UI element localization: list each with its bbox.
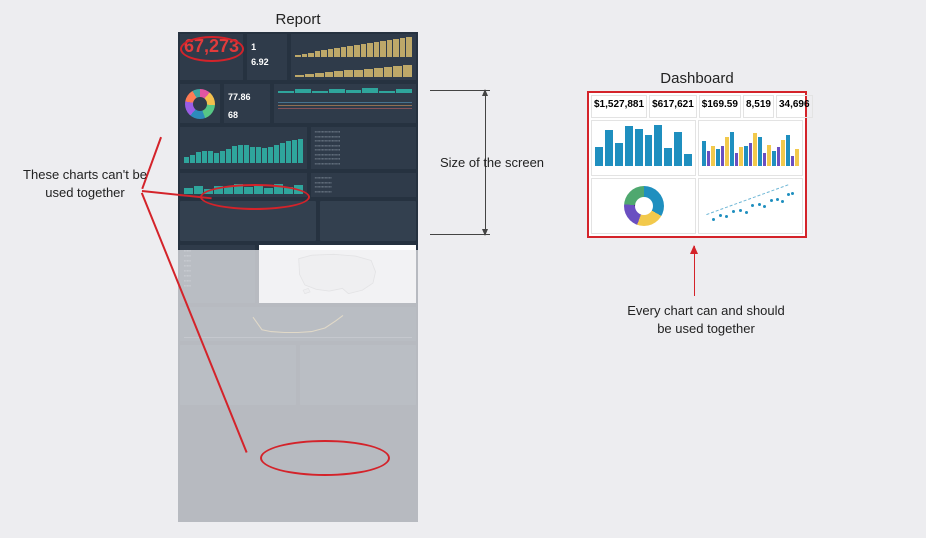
report-side-list: ▪▪▪▪▪▪▪▪▪▪▪▪▪▪▪▪▪▪▪▪▪▪▪▪▪▪▪▪▪▪▪▪▪▪▪▪▪▪▪▪ (180, 245, 255, 303)
dashboard-column: Dashboard $1,527,881 $617,621 $169.59 8,… (587, 70, 807, 238)
ellipse-annotation-2 (200, 184, 310, 210)
kpi-1: $1,527,881 (591, 95, 647, 118)
report-line-big (180, 307, 416, 341)
report-usa-map (259, 245, 416, 303)
kpi-2: $617,621 (649, 95, 697, 118)
report-line-mini-1 (274, 84, 416, 123)
kpi-3: $169.59 (699, 95, 741, 118)
kpi-5: 34,696 (776, 95, 813, 118)
report-green-histogram (180, 127, 307, 169)
report-title: Report (178, 11, 418, 28)
ellipse-annotation-1 (180, 36, 244, 62)
report-scatter-bottom (180, 345, 296, 405)
kpi-4: 8,519 (743, 95, 774, 118)
left-caption: These charts can't be used together (10, 166, 160, 201)
report-donut (180, 84, 220, 123)
report-list-2: ▪▪▪▪▪▪▪▪▪▪▪▪▪▪▪▪▪▪▪▪▪▪▪▪▪▪▪▪▪▪▪▪▪▪▪▪▪▪▪▪… (311, 173, 416, 197)
report-list: ▪▪▪▪▪▪▪▪▪▪▪▪▪▪▪▪▪▪▪▪▪▪▪▪▪▪▪▪▪▪▪▪▪▪▪▪▪▪▪▪… (311, 127, 416, 169)
dashboard-caption: Every chart can and should be used toget… (626, 302, 786, 337)
usa-map-icon (293, 250, 383, 298)
dashboard-multi-bars (698, 120, 803, 176)
report-list-3 (320, 201, 416, 241)
report-heat-bottom (300, 345, 416, 405)
ellipse-annotation-3 (260, 440, 390, 476)
dashboard-scatter (698, 178, 803, 234)
dashboard-arrow (694, 246, 695, 296)
dashboard-title: Dashboard (587, 70, 807, 87)
dashboard-border: $1,527,881 $617,621 $169.59 8,519 34,696 (587, 91, 807, 238)
report-stat-2: 1 6.92 (247, 34, 287, 80)
screen-size-label: Size of the screen (432, 155, 552, 170)
report-stat-4: 77.86 68 (224, 84, 270, 123)
dashboard-blue-bars (591, 120, 696, 176)
dashboard-donut: 49,592 (591, 178, 696, 234)
report-stacked-bars-top (291, 34, 416, 80)
dashboard-kpi-row: $1,527,881 $617,621 $169.59 8,519 34,696 (591, 95, 803, 118)
